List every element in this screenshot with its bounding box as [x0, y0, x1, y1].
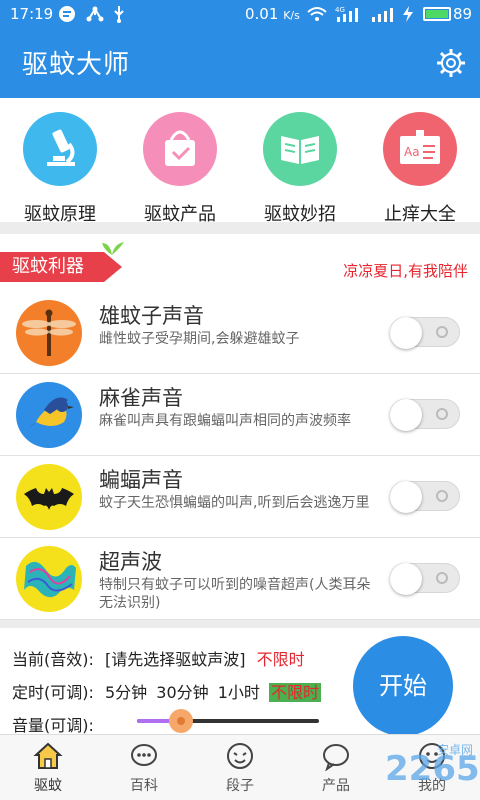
- chat-bubble-icon: [129, 741, 159, 771]
- sound-desc: 蚊子天生恐惧蝙蝠的叫声,听到后会逃逸万里: [99, 495, 370, 511]
- status-time: 17:19: [10, 5, 54, 23]
- net-speed-value: 0.01: [245, 5, 279, 23]
- tab-products[interactable]: 产品: [296, 741, 376, 795]
- volume-thumb[interactable]: [168, 709, 193, 733]
- list-item[interactable]: 蝙蝠声音 蚊子天生恐惧蝙蝠的叫声,听到后会逃逸万里: [0, 456, 480, 538]
- sound-desc: 特制只有蚊子可以听到的噪音超声(人类耳朵无法识别): [99, 577, 371, 611]
- battery-icon: [423, 7, 451, 21]
- divider: [0, 620, 480, 628]
- ultrasonic-wave-icon: [16, 546, 82, 612]
- home-icon: [33, 741, 63, 771]
- net-speed-unit: K/s: [283, 9, 300, 22]
- tab-encyclopedia[interactable]: 百科: [104, 741, 184, 795]
- tab-jokes[interactable]: 段子: [200, 741, 280, 795]
- timer-option-30min[interactable]: 30分钟: [156, 683, 208, 702]
- sparrow-icon: [16, 382, 82, 448]
- tab-label: 驱蚊: [34, 778, 62, 794]
- battery-percent: 89: [453, 5, 473, 23]
- sprout-icon: [100, 240, 126, 260]
- list-item[interactable]: 超声波 特制只有蚊子可以听到的噪音超声(人类耳朵无法识别): [0, 538, 480, 620]
- svg-text:Aa: Aa: [404, 145, 420, 159]
- section-slogan: 凉凉夏日,有我陪伴: [343, 262, 468, 280]
- timer-row: 定时(可调): 5分钟 30分钟 1小时 不限时: [12, 679, 322, 703]
- tab-label: 百科: [130, 778, 158, 794]
- timer-label: 定时(可调):: [12, 683, 94, 702]
- category-products[interactable]: 驱蚊产品: [125, 112, 235, 225]
- sound-desc: 麻雀叫声具有跟蝙蝠叫声相同的声波频率: [99, 413, 351, 429]
- list-item[interactable]: 麻雀声音 麻雀叫声具有跟蝙蝠叫声相同的声波频率: [0, 374, 480, 456]
- section-header: 驱蚊利器 凉凉夏日,有我陪伴: [0, 242, 480, 286]
- current-value: [请先选择驱蚊声波]: [104, 650, 246, 669]
- category-tips[interactable]: 驱蚊妙招: [245, 112, 355, 225]
- svg-text:4G: 4G: [335, 6, 345, 14]
- page-title: 驱蚊大师: [22, 50, 131, 80]
- sound-toggle[interactable]: [390, 399, 460, 431]
- chat-icon: [321, 741, 351, 772]
- current-label: 当前(音效):: [12, 650, 94, 669]
- category-grid: 驱蚊原理 驱蚊产品 驱蚊妙招 Aa 止痒大全: [0, 98, 480, 225]
- board-icon: Aa: [383, 112, 457, 186]
- share-icon: [86, 5, 104, 27]
- sound-title: 蝙蝠声音: [99, 468, 183, 492]
- sound-title: 麻雀声音: [99, 386, 183, 410]
- book-icon: [263, 112, 337, 186]
- sound-title: 雄蚊子声音: [99, 304, 204, 328]
- shopping-bag-icon: [143, 112, 217, 186]
- sound-toggle[interactable]: [390, 563, 460, 595]
- sound-title: 超声波: [99, 550, 162, 574]
- signal-4g-icon: 4G: [335, 5, 361, 27]
- tab-label: 段子: [226, 778, 254, 794]
- app-header: 17:19 0.01 K/s 4G 89 驱蚊大师: [0, 0, 480, 98]
- sound-toggle[interactable]: [390, 317, 460, 349]
- tab-repel[interactable]: 驱蚊: [8, 741, 88, 795]
- tab-label: 产品: [322, 778, 350, 794]
- bat-icon: [16, 464, 82, 530]
- timer-option-5min[interactable]: 5分钟: [105, 683, 147, 702]
- signal-icon: [370, 5, 394, 27]
- start-button[interactable]: 开始: [353, 636, 453, 736]
- laugh-face-icon: [225, 741, 255, 771]
- volume-label: 音量(可调):: [12, 716, 94, 735]
- charging-icon: [401, 5, 415, 27]
- divider: [0, 222, 480, 234]
- current-duration: 不限时: [256, 650, 305, 669]
- microscope-icon: [23, 112, 97, 186]
- timer-option-unlimited[interactable]: 不限时: [269, 683, 322, 702]
- usb-icon: [112, 5, 126, 27]
- gear-icon[interactable]: [436, 48, 466, 78]
- message-icon: [58, 5, 76, 27]
- current-sound-row: 当前(音效): [请先选择驱蚊声波] 不限时: [12, 646, 305, 670]
- category-anti-itch[interactable]: Aa 止痒大全: [365, 112, 475, 225]
- volume-slider[interactable]: [137, 709, 319, 733]
- net-speed: 0.01 K/s: [245, 5, 300, 23]
- list-item[interactable]: 雄蚊子声音 雌性蚊子受孕期间,会躲避雄蚊子: [0, 292, 480, 374]
- category-principle[interactable]: 驱蚊原理: [5, 112, 115, 225]
- status-bar: 17:19 0.01 K/s 4G 89: [0, 0, 480, 30]
- sound-desc: 雌性蚊子受孕期间,会躲避雄蚊子: [99, 331, 300, 347]
- watermark-logo: 2265 安卓网: [385, 738, 480, 794]
- sound-toggle[interactable]: [390, 481, 460, 513]
- wifi-icon: [306, 5, 328, 27]
- svg-text:安卓网: 安卓网: [437, 742, 473, 757]
- timer-option-1hour[interactable]: 1小时: [218, 683, 260, 702]
- dragonfly-icon: [16, 300, 82, 366]
